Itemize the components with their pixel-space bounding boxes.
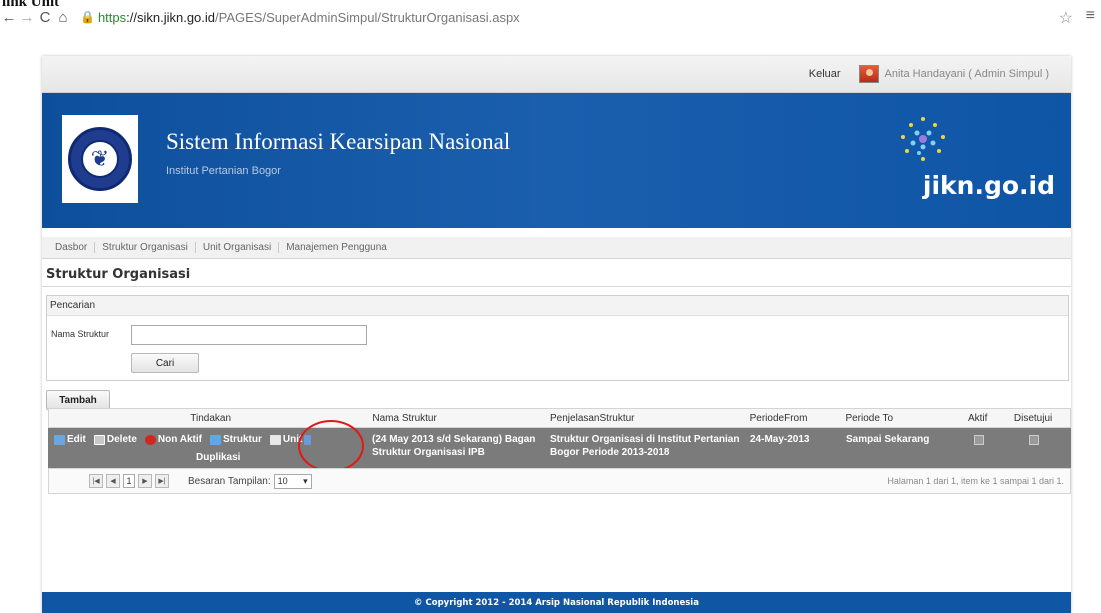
site-title: Sistem Informasi Kearsipan Nasional xyxy=(166,129,511,154)
current-page[interactable]: 1 xyxy=(123,474,135,488)
header-penjelasan[interactable]: PenjelasanStruktur xyxy=(550,413,750,424)
cell-periode-to: Sampai Sekarang xyxy=(846,434,930,445)
nav-struktur-organisasi[interactable]: Struktur Organisasi xyxy=(95,242,196,253)
app-frame: Keluar Anita Handayani ( Admin Simpul ) … xyxy=(42,56,1071,613)
footer: © Copyright 2012 - 2014 Arsip Nasional R… xyxy=(42,592,1071,613)
plant-icon: ❦ xyxy=(81,140,119,178)
grid-header: Tindakan Nama Struktur PenjelasanStruktu… xyxy=(48,408,1071,428)
pager-info: Halaman 1 dari 1, item ke 1 sampai 1 dar… xyxy=(887,476,1064,486)
url-host: ://sikn.jikn.go.id xyxy=(126,9,216,25)
struktur-icon xyxy=(209,434,221,445)
main-nav: Dasbor Struktur Organisasi Unit Organisa… xyxy=(42,237,1071,259)
struktur-grid: Tindakan Nama Struktur PenjelasanStruktu… xyxy=(48,408,1071,494)
search-panel-header: Pencarian xyxy=(47,296,1068,316)
lock-icon: 🔒 xyxy=(80,10,95,24)
nonaktif-link[interactable]: Non Aktif xyxy=(144,434,202,445)
nav-manajemen-pengguna[interactable]: Manajemen Pengguna xyxy=(279,242,394,253)
title-divider xyxy=(42,286,1071,287)
jikn-dots-logo-icon xyxy=(901,117,945,161)
highlight-circle xyxy=(298,420,364,472)
delete-icon xyxy=(93,434,105,445)
add-button[interactable]: Tambah xyxy=(46,390,110,410)
url-scheme: https xyxy=(97,9,127,25)
table-row[interactable]: Edit Delete Non Aktif Struktur Unit Dupl… xyxy=(48,420,1071,472)
struktur-link[interactable]: Struktur xyxy=(209,434,262,445)
nonaktif-label: Non Aktif xyxy=(157,434,202,445)
cell-periode-from: 24-May-2013 xyxy=(750,434,810,445)
seal-icon: ❦ xyxy=(68,127,132,191)
forward-icon[interactable]: → xyxy=(18,8,36,26)
browser-toolbar: ← → C ⌂ 🔒 https ://sikn.jikn.go.id /PAGE… xyxy=(0,4,1101,30)
url-path: /PAGES/SuperAdminSimpul/StrukturOrganisa… xyxy=(215,9,520,25)
cell-aktif xyxy=(960,428,997,468)
header-aktif[interactable]: Aktif xyxy=(959,413,996,424)
bookmark-star-icon[interactable]: ☆ xyxy=(1059,8,1073,28)
page-title: Struktur Organisasi xyxy=(46,267,191,282)
header-periode-from[interactable]: PeriodeFrom xyxy=(750,413,846,424)
search-input[interactable] xyxy=(131,325,367,345)
header-nama-struktur[interactable]: Nama Struktur xyxy=(372,413,550,424)
page-size-label: Besaran Tampilan: xyxy=(188,475,271,487)
delete-link[interactable]: Delete xyxy=(93,434,137,445)
last-page-icon[interactable]: ▶| xyxy=(155,474,169,488)
nav-dasbor[interactable]: Dasbor xyxy=(48,242,96,253)
back-icon[interactable]: ← xyxy=(0,8,18,26)
next-page-icon[interactable]: ▶ xyxy=(138,474,152,488)
avatar xyxy=(858,65,879,83)
edit-icon xyxy=(54,434,65,445)
site-subtitle: Institut Pertanian Bogor xyxy=(166,165,281,177)
brand-logo: jikn.go.id xyxy=(922,171,1055,200)
logout-link[interactable]: Keluar xyxy=(809,68,841,80)
user-name[interactable]: Anita Handayani ( Admin Simpul ) xyxy=(885,68,1049,80)
header-disetujui[interactable]: Disetujui xyxy=(996,413,1070,424)
search-panel: Pencarian Nama Struktur Cari xyxy=(46,295,1069,381)
address-bar[interactable]: 🔒 https ://sikn.jikn.go.id /PAGES/SuperA… xyxy=(80,10,520,25)
page-size-select[interactable]: 10 ▾ xyxy=(273,473,312,489)
ipb-logo: ❦ xyxy=(62,115,138,203)
nonaktif-icon xyxy=(144,434,156,445)
home-icon[interactable]: ⌂ xyxy=(54,8,72,26)
nav-unit-organisasi[interactable]: Unit Organisasi xyxy=(196,242,280,253)
first-page-icon[interactable]: |◀ xyxy=(89,474,103,488)
edit-link[interactable]: Edit xyxy=(54,434,86,445)
unit-icon xyxy=(269,434,281,445)
page-size-value: 10 xyxy=(277,476,288,486)
search-button[interactable]: Cari xyxy=(131,353,199,373)
prev-page-icon[interactable]: ◀ xyxy=(106,474,120,488)
edit-label: Edit xyxy=(67,434,86,445)
reload-icon[interactable]: C xyxy=(36,8,54,26)
site-banner: ❦ Sistem Informasi Kearsipan Nasional In… xyxy=(42,93,1071,228)
disetujui-checkbox xyxy=(1029,435,1039,445)
cell-penjelasan: Struktur Organisasi di Institut Pertania… xyxy=(550,434,740,458)
browser-menu-icon[interactable]: ≡ xyxy=(1086,7,1095,25)
cell-nama-struktur: (24 May 2013 s/d Sekarang) Bagan Struktu… xyxy=(372,434,536,458)
chevron-down-icon: ▾ xyxy=(303,475,308,486)
aktif-checkbox xyxy=(973,435,984,445)
search-label: Nama Struktur xyxy=(51,329,110,339)
header-periode-to[interactable]: Periode To xyxy=(845,413,959,424)
struktur-label: Struktur xyxy=(222,434,262,445)
grid-pager: |◀ ◀ 1 ▶ ▶| Besaran Tampilan: 10 ▾ Halama… xyxy=(48,468,1071,494)
user-bar: Keluar Anita Handayani ( Admin Simpul ) xyxy=(42,56,1071,93)
delete-label: Delete xyxy=(106,434,137,445)
cell-disetujui xyxy=(997,428,1071,468)
